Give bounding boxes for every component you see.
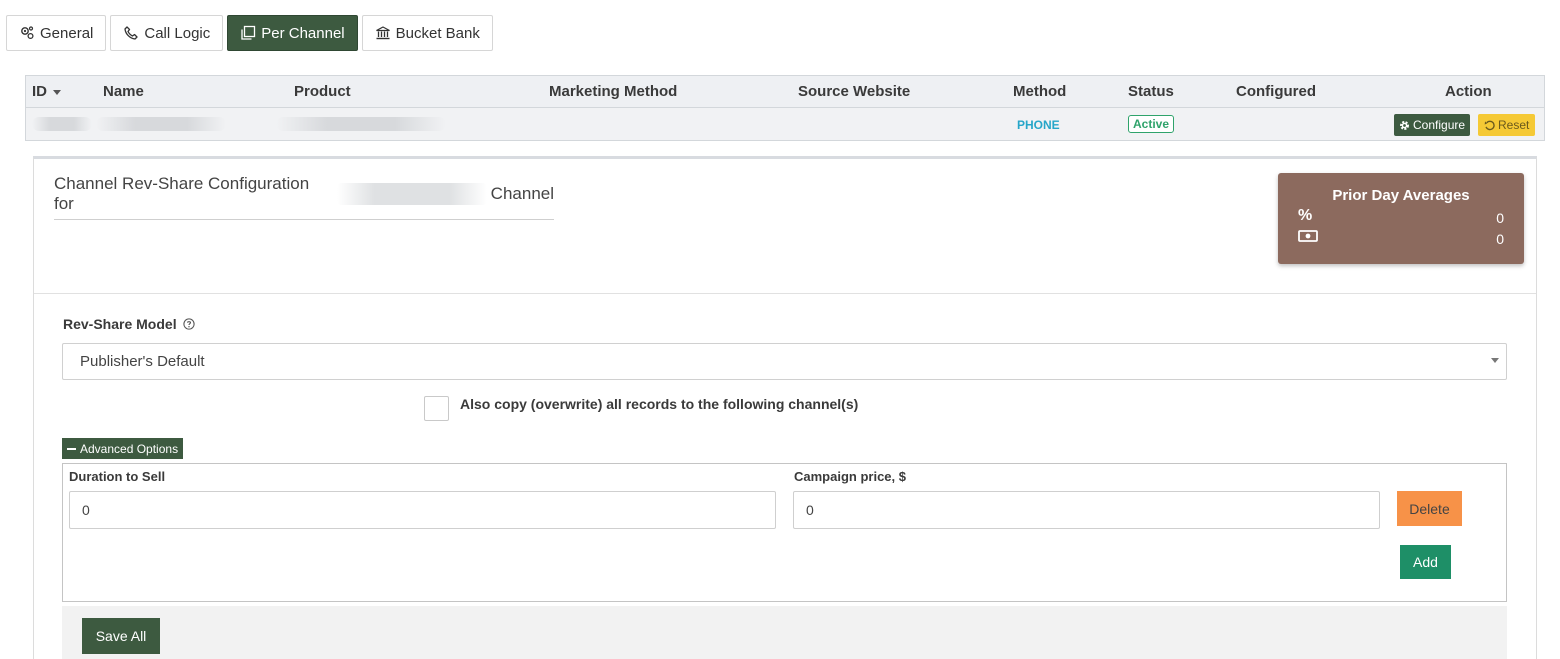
channel-table: ID Name Product Marketing Method Source … — [25, 75, 1545, 141]
column-header-name[interactable]: Name — [103, 83, 144, 100]
help-icon[interactable] — [182, 318, 195, 330]
phone-icon — [124, 26, 139, 40]
table-header: ID Name Product Marketing Method Source … — [26, 76, 1544, 108]
column-header-product[interactable]: Product — [294, 83, 351, 100]
column-header-source-website[interactable]: Source Website — [798, 83, 910, 100]
rev-share-model-select[interactable]: Publisher's Default — [62, 343, 1507, 380]
panel-footer: Save All — [62, 606, 1507, 659]
reset-label: Reset — [1498, 118, 1530, 132]
money-bill-icon — [1298, 230, 1318, 242]
minus-icon — [67, 447, 76, 450]
tab-call-logic[interactable]: Call Logic — [110, 15, 224, 51]
advanced-options-label: Advanced Options — [80, 441, 179, 456]
chevron-down-icon — [1491, 358, 1499, 363]
redacted-id — [32, 117, 92, 131]
status-badge: Active — [1128, 115, 1175, 133]
add-button[interactable]: Add — [1400, 545, 1451, 579]
rev-share-model-label-text: Rev-Share Model — [63, 316, 177, 332]
gear-icon — [1400, 120, 1409, 130]
money-value: 0 — [1496, 231, 1504, 247]
averages-money-row: 0 — [1298, 229, 1504, 247]
campaign-price-input[interactable]: 0 — [793, 491, 1380, 529]
tab-bucket-bank[interactable]: Bucket Bank — [361, 15, 493, 51]
configure-button[interactable]: Configure — [1394, 114, 1471, 136]
panel-title: Channel Rev-Share Configuration for Chan… — [54, 174, 554, 220]
copy-icon — [241, 25, 256, 40]
copy-records-label: Also copy (overwrite) all records to the… — [460, 395, 859, 412]
table-row: PHONE Active Configure Reset — [26, 108, 1544, 140]
method-value: PHONE — [1017, 118, 1060, 132]
advanced-options-box: Duration to Sell 0 Campaign price, $ 0 D… — [62, 463, 1507, 602]
duration-label: Duration to Sell — [69, 469, 166, 484]
column-header-method[interactable]: Method — [1013, 83, 1066, 100]
campaign-price-value: 0 — [806, 502, 814, 518]
redacted-name — [96, 117, 226, 131]
save-all-button[interactable]: Save All — [82, 618, 160, 654]
averages-percent-row: % 0 — [1298, 207, 1504, 226]
column-header-id[interactable]: ID — [32, 83, 61, 100]
panel-title-prefix: Channel Rev-Share Configuration for — [54, 174, 310, 213]
advanced-options-toggle[interactable]: Advanced Options — [62, 438, 184, 459]
duration-value: 0 — [82, 502, 90, 518]
gears-icon — [21, 26, 34, 40]
percent-icon: % — [1298, 207, 1313, 224]
column-header-status[interactable]: Status — [1128, 83, 1174, 100]
duration-input[interactable]: 0 — [69, 491, 776, 529]
tab-label: Call Logic — [144, 24, 211, 42]
tab-general[interactable]: General — [6, 15, 107, 51]
rev-share-model-value: Publisher's Default — [80, 353, 205, 370]
column-header-configured[interactable]: Configured — [1236, 83, 1316, 100]
tab-per-channel[interactable]: Per Channel — [227, 15, 358, 51]
sort-desc-icon — [53, 89, 61, 95]
tab-bar: General Call Logic Per Channel Bucket Ba… — [6, 15, 493, 51]
bank-icon — [375, 26, 390, 40]
tab-label: Per Channel — [261, 24, 345, 42]
tab-label: Bucket Bank — [395, 24, 480, 42]
panel-title-suffix: Channel — [490, 184, 554, 203]
redacted-product — [276, 117, 446, 131]
panel-divider — [34, 293, 1536, 294]
undo-icon — [1484, 120, 1495, 130]
copy-records-row: Also copy (overwrite) all records to the… — [424, 396, 858, 421]
tab-label: General — [40, 24, 94, 42]
averages-title: Prior Day Averages — [1332, 187, 1470, 204]
column-header-marketing-method[interactable]: Marketing Method — [549, 83, 677, 100]
column-header-action: Action — [1445, 83, 1492, 100]
copy-records-checkbox[interactable] — [424, 396, 449, 421]
delete-button[interactable]: Delete — [1397, 491, 1462, 526]
rev-share-model-label: Rev-Share Model — [63, 316, 195, 332]
reset-button[interactable]: Reset — [1478, 114, 1536, 136]
configure-label: Configure — [1413, 118, 1466, 132]
prior-day-averages-card: Prior Day Averages % 0 0 — [1278, 173, 1524, 264]
redacted-channel-name — [337, 183, 487, 205]
percent-value: 0 — [1496, 210, 1504, 226]
campaign-price-label: Campaign price, $ — [794, 469, 906, 484]
rev-share-panel: Channel Rev-Share Configuration for Chan… — [33, 156, 1537, 659]
